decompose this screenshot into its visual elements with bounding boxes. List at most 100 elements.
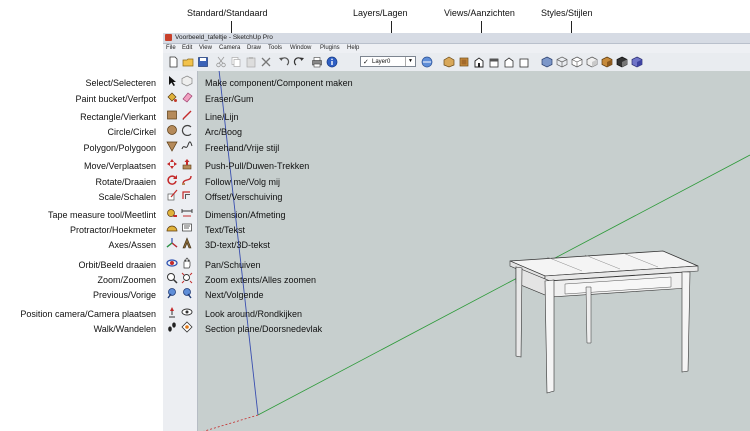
top-toolbar: ✓ Layer0 ▼	[163, 53, 750, 72]
layer-dropdown[interactable]: ✓ Layer0 ▼	[360, 56, 416, 67]
offset-icon[interactable]	[181, 189, 193, 201]
copy-icon[interactable]	[230, 56, 242, 68]
table-leg-back-middle	[585, 286, 592, 344]
layer-value: Layer0	[372, 59, 391, 65]
menu-file[interactable]: File	[166, 44, 176, 53]
label-rectangle: Rectangle/Vierkant	[80, 112, 156, 122]
label-line: Line/Lijn	[205, 112, 239, 122]
menu-window[interactable]: Window	[290, 44, 311, 53]
back-view-icon[interactable]	[503, 56, 515, 68]
label-zoom-extents: Zoom extents/Alles zoomen	[205, 275, 317, 285]
scale-icon[interactable]	[166, 189, 178, 201]
rotate-icon[interactable]	[166, 174, 178, 186]
pan-hand-icon[interactable]	[181, 257, 193, 269]
position-camera-icon[interactable]	[166, 306, 178, 318]
label-select: Select/Selecteren	[85, 78, 156, 88]
callout-views: Views/Aanzichten	[444, 8, 515, 18]
zoom-icon[interactable]	[166, 272, 178, 284]
protractor-icon[interactable]	[166, 222, 178, 234]
callout-styles: Styles/Stijlen	[541, 8, 593, 18]
label-protractor: Protractor/Hoekmeter	[69, 225, 156, 235]
cut-icon[interactable]	[215, 56, 227, 68]
save-icon[interactable]	[197, 56, 209, 68]
label-axes: Axes/Assen	[108, 240, 156, 250]
print-icon[interactable]	[311, 56, 323, 68]
make-component-icon[interactable]	[181, 75, 193, 87]
label-eraser: Eraser/Gum	[205, 94, 254, 104]
previous-view-icon[interactable]	[166, 287, 178, 299]
callout-layers: Layers/Lagen	[353, 8, 408, 18]
menu-camera[interactable]: Camera	[219, 44, 240, 53]
redo-icon[interactable]	[293, 56, 305, 68]
hidden-line-style-icon[interactable]	[571, 56, 583, 68]
shaded-style-icon[interactable]	[586, 56, 598, 68]
label-pan: Pan/Schuiven	[205, 260, 261, 270]
move-icon[interactable]	[166, 158, 178, 170]
next-view-icon[interactable]	[181, 287, 193, 299]
menu-draw[interactable]: Draw	[247, 44, 261, 53]
eraser-icon[interactable]	[181, 91, 193, 103]
menu-plugins[interactable]: Plugins	[320, 44, 340, 53]
menu-bar: File Edit View Camera Draw Tools Window …	[163, 44, 750, 53]
label-zoom: Zoom/Zoomen	[97, 275, 156, 285]
new-file-icon[interactable]	[167, 56, 179, 68]
push-pull-icon[interactable]	[181, 158, 193, 170]
undo-icon[interactable]	[278, 56, 290, 68]
erase-delete-icon[interactable]	[260, 56, 272, 68]
zoom-extents-icon[interactable]	[181, 272, 193, 284]
label-polygon: Polygon/Polygoon	[83, 143, 156, 153]
menu-help[interactable]: Help	[347, 44, 359, 53]
label-freehand: Freehand/Vrije stijl	[205, 143, 280, 153]
sketchup-window: Voorbeeld_tafeltje - SketchUp Pro File E…	[163, 33, 750, 431]
front-view-icon[interactable]	[473, 56, 485, 68]
label-look-around: Look around/Rondkijken	[205, 309, 303, 319]
arc-icon[interactable]	[181, 124, 193, 136]
wireframe-style-icon[interactable]	[556, 56, 568, 68]
polygon-icon[interactable]	[166, 140, 178, 152]
follow-me-icon[interactable]	[181, 174, 193, 186]
model-info-icon[interactable]	[326, 56, 338, 68]
left-view-icon[interactable]	[518, 56, 530, 68]
paint-bucket-icon[interactable]	[166, 91, 178, 103]
rectangle-icon[interactable]	[166, 109, 178, 121]
axes-icon[interactable]	[166, 237, 178, 249]
layer-manager-icon[interactable]	[421, 56, 433, 68]
freehand-icon[interactable]	[181, 140, 193, 152]
menu-edit[interactable]: Edit	[182, 44, 192, 53]
menu-view[interactable]: View	[199, 44, 212, 53]
label-make-component: Make component/Component maken	[205, 78, 353, 88]
circle-icon[interactable]	[166, 124, 178, 136]
checkmark-icon: ✓	[363, 59, 369, 66]
paste-icon[interactable]	[245, 56, 257, 68]
shaded-textures-style-icon[interactable]	[601, 56, 613, 68]
tape-measure-icon[interactable]	[166, 207, 178, 219]
label-3d-text: 3D-text/3D-tekst	[205, 240, 271, 250]
iso-view-icon[interactable]	[443, 56, 455, 68]
drawing-viewport[interactable]	[198, 71, 750, 431]
callout-standard: Standard/Standaard	[187, 8, 268, 18]
3d-text-icon[interactable]	[181, 237, 193, 249]
large-tool-set	[163, 71, 198, 431]
label-tape-measure: Tape measure tool/Meetlint	[47, 210, 156, 220]
orbit-icon[interactable]	[166, 257, 178, 269]
label-next: Next/Volgende	[205, 290, 264, 300]
top-view-icon[interactable]	[458, 56, 470, 68]
section-plane-icon[interactable]	[181, 321, 193, 333]
right-view-icon[interactable]	[488, 56, 500, 68]
open-folder-icon[interactable]	[182, 56, 194, 68]
xray-style-icon[interactable]	[541, 56, 553, 68]
viewport-background	[198, 71, 750, 431]
line-pencil-icon[interactable]	[181, 109, 193, 121]
look-around-eye-icon[interactable]	[181, 306, 193, 318]
menu-tools[interactable]: Tools	[268, 44, 282, 53]
text-icon[interactable]	[181, 222, 193, 234]
label-offset: Offset/Verschuiving	[205, 192, 283, 202]
walk-footprints-icon[interactable]	[166, 321, 178, 333]
color-style-icon[interactable]	[631, 56, 643, 68]
label-position-camera: Position camera/Camera plaatsen	[20, 309, 156, 319]
table-leg-back-left	[515, 266, 523, 358]
chevron-down-icon[interactable]: ▼	[405, 57, 415, 66]
dimension-icon[interactable]	[181, 207, 193, 219]
select-arrow-icon[interactable]	[166, 75, 178, 87]
monochrome-style-icon[interactable]	[616, 56, 628, 68]
